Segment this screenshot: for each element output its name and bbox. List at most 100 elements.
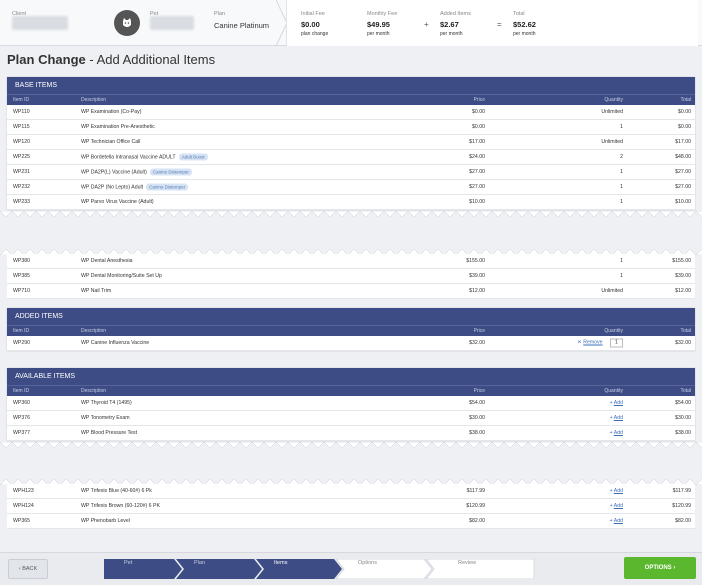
plan-label: Plan [214,11,226,17]
item-total: $32.00 [675,340,691,346]
add-item-button[interactable]: + Add [610,400,623,406]
added-item-row: WP290 WP Canine Influenza Vaccine $32.00… [7,336,695,351]
item-description: WP Tonometry Exam [81,415,130,421]
remove-item-button[interactable]: ✕ Remove [577,340,602,346]
item-id: WPH124 [13,503,34,509]
added-items-section: ADDED ITEMS Item ID Description Price Qu… [7,308,695,351]
item-total: $155.00 [672,258,691,264]
item-description-text: WP DA2P(L) Vaccine (Adult) [81,169,147,176]
col-item-id: Item ID [13,97,30,103]
item-total: $48.00 [675,154,691,160]
item-id: WP120 [13,139,31,145]
total-fee-label: Total [513,11,525,17]
add-item-button[interactable]: + Add [610,415,623,421]
base-items-header-row: Item ID Description Price Quantity Total [7,94,695,105]
tear-edge-top [0,211,702,217]
item-id: WP380 [13,258,31,264]
item-id: WP365 [13,518,31,524]
table-row: WP710 WP Nail Trim $12.00 Unlimited $12.00 [7,284,695,299]
item-total: $120.99 [672,503,691,509]
options-label: OPTIONS [644,565,672,571]
item-quantity: 1 [620,169,623,175]
monthly-fee-sub: per month [367,31,390,37]
remove-label: Remove [583,339,603,346]
add-item-button[interactable]: + Add [610,518,623,524]
add-item-button[interactable]: + Add [610,503,623,509]
base-items-list-top: WP110 WP Examination (Co-Pay) $0.00 Unlimit… [7,105,695,210]
add-item-button[interactable]: + Add [610,488,623,494]
item-price: $0.00 [472,109,485,115]
table-row: WP115 WP Examination Pre-Anesthetic $0.00 1… [7,120,695,135]
initial-fee-value: $0.00 [301,20,320,29]
item-quantity-controls: ✕ Remove 1 [577,338,623,348]
item-total: $0.00 [678,109,691,115]
item-price: $0.00 [472,124,485,130]
col-price: Price [473,328,485,334]
added-items-header-row: Item ID Description Price Quantity Total [7,325,695,336]
item-total: $30.00 [675,415,691,421]
added-items-label: Added Items [440,11,471,17]
item-description: WP Parvo Virus Vaccine (Adult) [81,199,154,205]
item-total: $38.00 [675,430,691,436]
item-description-text: WP Technician Office Call [81,139,141,145]
item-description: WP Dental Anesthesia [81,258,133,264]
step-review[interactable]: Review [458,553,476,573]
available-items-section: AVAILABLE ITEMS Item ID Description Pric… [7,368,695,441]
total-fee-sub: per month [513,31,536,37]
item-description: WP Technician Office Call [81,139,140,145]
add-item-button[interactable]: + Add [610,430,623,436]
item-description: WP DA2P (No Lepto) Adult Canine Distemper [81,183,189,191]
available-items-list-top: WP360 WP Thyroid T4 (1495) $54.00 + Add $54.… [7,396,695,441]
category-badge: Canine Distemper [146,183,189,191]
item-price: $27.00 [469,169,485,175]
step-options[interactable]: Options [358,553,377,573]
step-pet[interactable]: Pet [124,553,132,573]
item-total: $39.00 [675,273,691,279]
item-price: $12.00 [469,288,485,294]
col-total: Total [680,328,691,334]
base-items-list-bottom: WP380 WP Dental Anesthesia $155.00 1 $155.00… [7,254,695,299]
step-plan-shape [176,559,262,579]
item-id: WP360 [13,400,31,406]
back-button[interactable]: ‹ BACK [8,559,48,579]
item-description-text: WP Dental Anesthesia [81,258,133,264]
item-description: WP Examination Pre-Anesthetic [81,124,155,130]
table-row: WP232 WP DA2P (No Lepto) Adult Canine Dist… [7,180,695,195]
item-quantity: 1 [620,273,623,279]
options-button[interactable]: OPTIONS › [624,557,696,579]
base-items-section: BASE ITEMS Item ID Description Price Qua… [7,77,695,210]
item-total: $54.00 [675,400,691,406]
step-plan[interactable]: Plan [194,553,205,573]
table-row: WPH123 WP Trifexis Blue (40-60#) 6 Pk $117… [7,484,695,499]
item-description: WP DA2P(L) Vaccine (Adult) Canine Distemp… [81,168,192,176]
item-id: WP231 [13,169,31,175]
item-id: WP377 [13,430,31,436]
step-items[interactable]: Items [274,553,287,573]
item-id: WP232 [13,184,31,190]
page-title-bold: Plan Change [7,52,86,67]
item-quantity: 2 [620,154,623,160]
added-items-title: ADDED ITEMS [7,308,695,325]
table-row: WP360 WP Thyroid T4 (1495) $54.00 + Add $54.… [7,396,695,411]
equals-operator: = [497,20,502,29]
available-items-section-continued: WPH123 WP Trifexis Blue (40-60#) 6 Pk $117… [7,484,695,529]
category-badge: Canine Distemper [149,168,192,176]
quantity-input[interactable]: 1 [610,338,623,348]
col-price: Price [473,388,485,394]
table-row: WP377 WP Blood Pressure Test $38.00 + Add $3… [7,426,695,441]
total-fee-value: $52.62 [513,20,536,29]
item-price: $120.99 [466,503,485,509]
back-label: BACK [22,566,38,572]
col-total: Total [680,388,691,394]
item-quantity: 1 [620,258,623,264]
category-badge: Adult Boost [178,153,208,161]
item-quantity: Unlimited [601,109,623,115]
item-description-text: WP Dental Monitoring/Suite Set Up [81,273,162,279]
step-review-shape [425,559,535,579]
item-description: WP Blood Pressure Test [81,430,138,436]
table-row: WP376 WP Tonometry Exam $30.00 + Add $30.00 [7,411,695,426]
item-description: WP Nail Trim [81,288,111,294]
page-break [0,213,702,253]
base-items-title: BASE ITEMS [7,77,695,94]
item-total: $10.00 [675,199,691,205]
